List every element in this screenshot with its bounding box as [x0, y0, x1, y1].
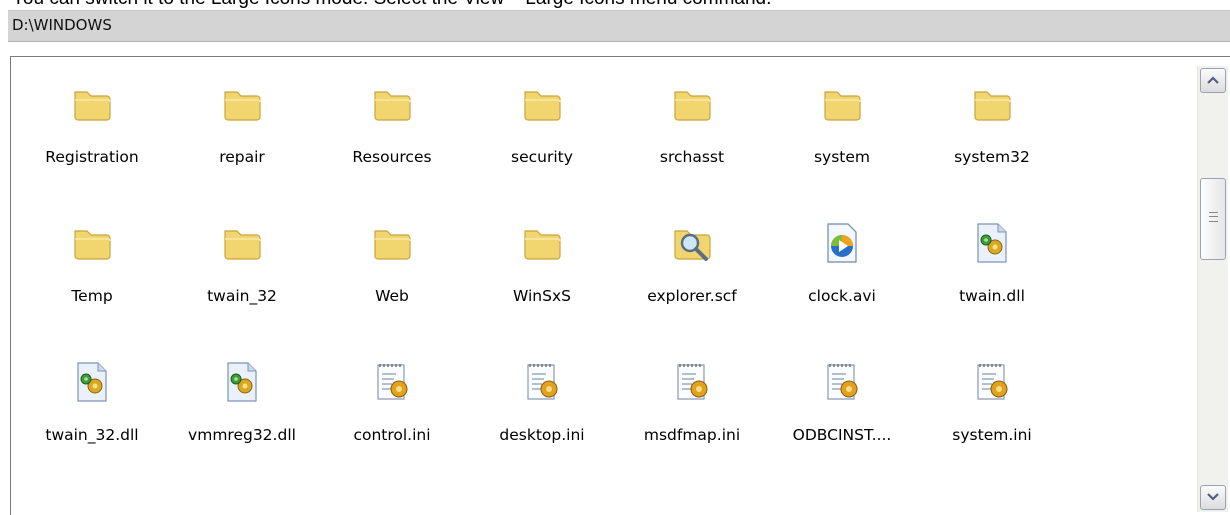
file-item-label: WinSxS	[513, 287, 571, 305]
file-item[interactable]: Web	[317, 221, 467, 341]
folder-icon	[520, 82, 564, 126]
file-item-label: clock.avi	[808, 287, 876, 305]
ini-file-icon	[370, 360, 414, 404]
file-item[interactable]: twain_32	[167, 221, 317, 341]
file-item-label: security	[511, 148, 573, 166]
file-item-label: Resources	[352, 148, 432, 166]
folder-icon	[670, 82, 714, 126]
file-item-label: Web	[375, 287, 409, 305]
vertical-scrollbar[interactable]	[1197, 66, 1228, 512]
folder-icon	[70, 221, 114, 265]
ini-file-icon	[820, 360, 864, 404]
file-item-label: twain_32	[207, 287, 277, 305]
ini-file-icon	[520, 360, 564, 404]
file-item-label: desktop.ini	[499, 426, 585, 444]
file-item[interactable]: system32	[917, 82, 1067, 202]
file-item[interactable]: msdfmap.ini	[617, 360, 767, 480]
ini-file-icon	[670, 360, 714, 404]
file-item[interactable]: vmmreg32.dll	[167, 360, 317, 480]
file-item-label: ODBCINST....	[792, 426, 892, 444]
dll-file-icon	[220, 360, 264, 404]
file-item-label: vmmreg32.dll	[188, 426, 296, 444]
dll-file-icon	[70, 360, 114, 404]
file-item-label: repair	[219, 148, 265, 166]
file-item-label: srchasst	[659, 148, 725, 166]
scroll-up-button[interactable]	[1200, 68, 1226, 93]
search-folder-icon	[670, 221, 714, 265]
file-item[interactable]: system	[767, 82, 917, 202]
folder-icon	[370, 221, 414, 265]
file-item[interactable]: desktop.ini	[467, 360, 617, 480]
file-item[interactable]: security	[467, 82, 617, 202]
dll-file-icon	[970, 221, 1014, 265]
file-item-label: system.ini	[952, 426, 1032, 444]
media-file-icon	[820, 221, 864, 265]
scroll-thumb[interactable]	[1200, 178, 1226, 260]
file-item[interactable]: clock.avi	[767, 221, 917, 341]
file-item[interactable]: system.ini	[917, 360, 1067, 480]
instruction-caption: You can switch it to the Large Icons mod…	[12, 0, 771, 10]
file-item[interactable]: srchasst	[617, 82, 767, 202]
folder-icon	[220, 82, 264, 126]
file-item-label: explorer.scf	[647, 287, 737, 305]
folder-icon	[370, 82, 414, 126]
chevron-down-icon	[1207, 493, 1219, 501]
file-item-label: msdfmap.ini	[643, 426, 741, 444]
file-item-label: system32	[954, 148, 1030, 166]
folder-icon	[970, 82, 1014, 126]
file-item-label: control.ini	[353, 426, 431, 444]
file-item[interactable]: explorer.scf	[617, 221, 767, 341]
file-item-label: system	[813, 148, 871, 166]
folder-icon	[220, 221, 264, 265]
file-item[interactable]: Temp	[17, 221, 167, 341]
chevron-up-icon	[1207, 76, 1219, 84]
file-item[interactable]: ODBCINST....	[767, 360, 917, 480]
file-item-label: Temp	[71, 287, 113, 305]
window-path: D:\WINDOWS	[12, 16, 112, 34]
file-item-label: twain_32.dll	[45, 426, 139, 444]
file-item-label: twain.dll	[959, 287, 1025, 305]
file-item[interactable]: twain_32.dll	[17, 360, 167, 480]
ini-file-icon	[970, 360, 1014, 404]
file-item[interactable]: Resources	[317, 82, 467, 202]
file-item[interactable]: Registration	[17, 82, 167, 202]
folder-icon	[70, 82, 114, 126]
scroll-down-button[interactable]	[1200, 485, 1226, 510]
folder-icon	[820, 82, 864, 126]
file-item-label: Registration	[45, 148, 139, 166]
address-bar: D:\WINDOWS	[8, 10, 1230, 42]
file-item[interactable]: control.ini	[317, 360, 467, 480]
grip-icon	[1209, 212, 1218, 222]
file-item[interactable]: WinSxS	[467, 221, 617, 341]
folder-icon	[520, 221, 564, 265]
file-item[interactable]: twain.dll	[917, 221, 1067, 341]
file-item[interactable]: repair	[167, 82, 317, 202]
